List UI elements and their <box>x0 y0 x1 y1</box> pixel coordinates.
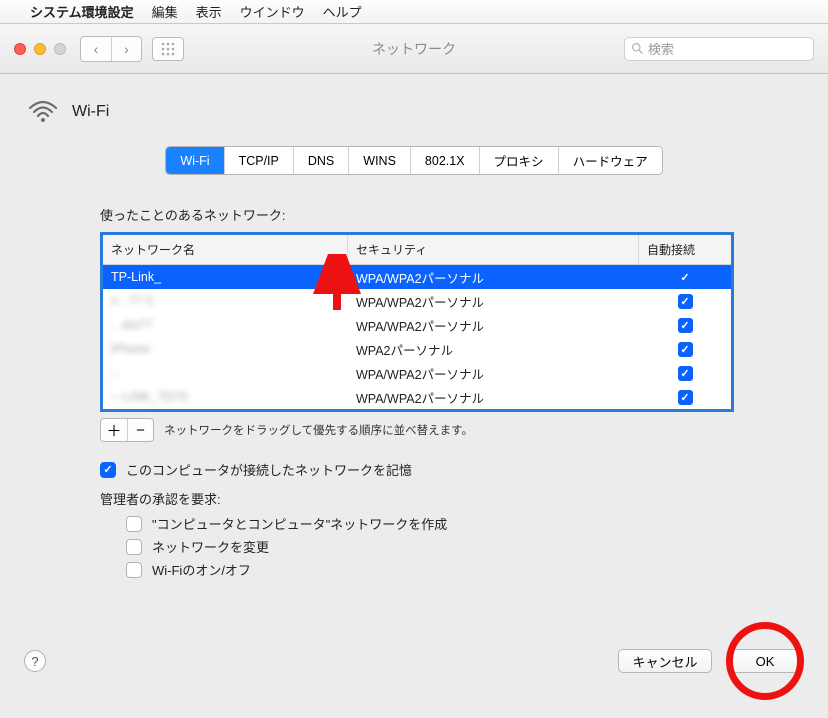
search-icon <box>631 42 644 55</box>
page-title: Wi-Fi <box>72 103 109 121</box>
cell-network-name: iPhone <box>103 342 348 356</box>
auto-join-checkbox[interactable]: ✓ <box>678 366 693 381</box>
auto-join-checkbox[interactable]: ✓ <box>678 342 693 357</box>
cell-network-name: -- LINK_7D70 <box>103 390 348 404</box>
table-row[interactable]: ∴ WPA/WPA2パーソナル ✓ <box>103 361 731 385</box>
auto-join-checkbox[interactable]: ✓ <box>678 318 693 333</box>
cell-auto-join: ✓ <box>639 342 731 357</box>
menu-edit[interactable]: 編集 <box>152 2 178 21</box>
cell-auto-join: ✓ <box>639 366 731 381</box>
close-window-button[interactable] <box>14 43 26 55</box>
table-header: ネットワーク名 セキュリティ 自動接続 <box>103 235 731 265</box>
cell-security: WPA2パーソナル <box>348 340 639 359</box>
window-toolbar: ‹ › ネットワーク 検索 <box>0 24 828 74</box>
tab-dns[interactable]: DNS <box>294 147 349 174</box>
menu-view[interactable]: 表示 <box>196 2 222 21</box>
ok-button[interactable]: OK <box>730 649 800 673</box>
nav-back-forward: ‹ › <box>80 36 142 62</box>
remember-networks-checkbox[interactable]: ✓ <box>100 462 116 478</box>
admin-change-label: ネットワークを変更 <box>152 537 269 556</box>
admin-wifi-checkbox[interactable] <box>126 562 142 578</box>
cell-auto-join: ✓ <box>639 294 731 309</box>
table-row[interactable]: n . 77 5WPA/WPA2パーソナル ✓ <box>103 289 731 313</box>
table-row[interactable]: · .elo77WPA/WPA2パーソナル ✓ <box>103 313 731 337</box>
menu-help[interactable]: ヘルプ <box>323 2 362 21</box>
cell-security: WPA/WPA2パーソナル <box>348 292 639 311</box>
cell-security: WPA/WPA2パーソナル <box>348 268 639 287</box>
window-controls <box>14 43 66 55</box>
tab-wins[interactable]: WINS <box>349 147 411 174</box>
minimize-window-button[interactable] <box>34 43 46 55</box>
cell-network-name: TP-Link_ <box>103 270 348 284</box>
table-row[interactable]: iPhoneWPA2パーソナル ✓ <box>103 337 731 361</box>
cell-auto-join: ✓ <box>639 390 731 405</box>
remove-network-button[interactable]: − <box>127 419 153 441</box>
tab-bar: Wi-Fi TCP/IP DNS WINS 802.1X プロキシ ハードウェア <box>24 146 804 175</box>
help-button[interactable]: ? <box>24 650 46 672</box>
forward-button[interactable]: › <box>111 37 141 61</box>
auto-join-checkbox[interactable]: ✓ <box>678 270 693 285</box>
col-auto-join[interactable]: 自動接続 <box>639 235 731 264</box>
known-networks-table[interactable]: ネットワーク名 セキュリティ 自動接続 TP-Link_WPA/WPA2パーソナ… <box>100 232 734 412</box>
add-remove-controls: ＋ − <box>100 418 154 442</box>
cell-security: WPA/WPA2パーソナル <box>348 388 639 407</box>
known-networks-label: 使ったことのあるネットワーク: <box>100 205 734 224</box>
grid-icon <box>161 42 175 56</box>
auto-join-checkbox[interactable]: ✓ <box>678 390 693 405</box>
zoom-window-button[interactable] <box>54 43 66 55</box>
admin-wifi-label: Wi-Fiのオン/オフ <box>152 560 251 579</box>
tab-8021x[interactable]: 802.1X <box>411 147 480 174</box>
menu-window[interactable]: ウインドウ <box>240 2 305 21</box>
tab-wifi[interactable]: Wi-Fi <box>166 147 224 174</box>
show-all-button[interactable] <box>152 37 184 61</box>
cancel-button[interactable]: キャンセル <box>618 649 712 673</box>
cell-network-name: n . 77 5 <box>103 294 348 308</box>
footer: ? キャンセル OK <box>0 622 828 700</box>
tab-proxy[interactable]: プロキシ <box>480 147 559 174</box>
cell-network-name: · .elo77 <box>103 318 348 332</box>
tab-hardware[interactable]: ハードウェア <box>559 147 662 174</box>
page-heading: Wi-Fi <box>28 100 804 124</box>
remember-networks-label: このコンピュータが接続したネットワークを記憶 <box>126 460 412 479</box>
search-field[interactable]: 検索 <box>624 37 814 61</box>
drag-hint: ネットワークをドラッグして優先する順序に並べ替えます。 <box>164 422 473 438</box>
admin-create-checkbox[interactable] <box>126 516 142 532</box>
add-network-button[interactable]: ＋ <box>101 419 127 441</box>
col-security[interactable]: セキュリティ <box>348 235 639 264</box>
table-row[interactable]: TP-Link_WPA/WPA2パーソナル ✓ <box>103 265 731 289</box>
col-network-name[interactable]: ネットワーク名 <box>103 235 348 264</box>
cell-security: WPA/WPA2パーソナル <box>348 316 639 335</box>
admin-create-label: "コンピュータとコンピュータ"ネットワークを作成 <box>152 514 447 533</box>
table-row[interactable]: -- LINK_7D70WPA/WPA2パーソナル ✓ <box>103 385 731 409</box>
cell-auto-join: ✓ <box>639 270 731 285</box>
cell-network-name: ∴ <box>103 366 348 381</box>
admin-change-checkbox[interactable] <box>126 539 142 555</box>
wifi-icon <box>28 100 58 124</box>
cell-auto-join: ✓ <box>639 318 731 333</box>
menubar: システム環境設定 編集 表示 ウインドウ ヘルプ <box>0 0 828 24</box>
tab-tcpip[interactable]: TCP/IP <box>225 147 294 174</box>
admin-approval-label: 管理者の承認を要求: <box>100 489 734 508</box>
auto-join-checkbox[interactable]: ✓ <box>678 294 693 309</box>
search-placeholder: 検索 <box>648 39 674 58</box>
back-button[interactable]: ‹ <box>81 37 111 61</box>
app-name[interactable]: システム環境設定 <box>30 2 134 21</box>
cell-security: WPA/WPA2パーソナル <box>348 364 639 383</box>
